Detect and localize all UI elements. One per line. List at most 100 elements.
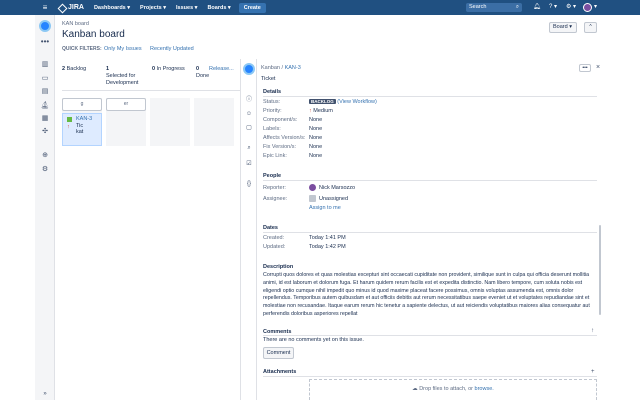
created-label: Created: xyxy=(263,235,285,241)
column-header-backlog: 2 Backlog xyxy=(62,66,87,72)
column-header-selected: 1 Selected for Development xyxy=(106,66,139,86)
project-settings-icon[interactable]: ⚙ xyxy=(40,165,50,175)
attachment-icon[interactable]: ⌕ xyxy=(245,144,253,152)
people-section-title[interactable]: People xyxy=(263,173,281,179)
components-label: Component/s: xyxy=(263,117,298,123)
column-in-progress[interactable] xyxy=(150,98,190,146)
column-done[interactable] xyxy=(194,98,234,146)
board-dropdown-button[interactable]: Board ▾ xyxy=(549,22,577,33)
epic-link-label: Epic Link: xyxy=(263,153,287,159)
checklist-icon[interactable]: ☑ xyxy=(245,160,253,168)
expand-button[interactable]: ^ xyxy=(584,22,597,33)
column-header-done: 0 Done xyxy=(196,66,210,79)
details-section-title[interactable]: Details xyxy=(263,89,281,95)
search-input[interactable]: Search ⌕ xyxy=(466,3,522,12)
components-value[interactable]: None xyxy=(309,117,322,123)
add-attachment-icon[interactable]: + xyxy=(591,369,595,375)
nav-issues[interactable]: Issues ▾ xyxy=(176,5,197,11)
no-comments-text: There are no comments yet on this issue. xyxy=(263,337,364,343)
info-icon[interactable]: ⓘ xyxy=(245,96,253,104)
help-icon[interactable]: ? ▾ xyxy=(549,2,557,13)
code-icon[interactable]: {} xyxy=(245,180,253,188)
section-divider xyxy=(263,180,597,181)
status-badge[interactable]: BACKLOG xyxy=(309,99,336,104)
nav-boards[interactable]: Boards ▾ xyxy=(207,5,230,11)
issues-icon[interactable]: ▦ xyxy=(40,114,50,124)
nav-projects[interactable]: Projects ▾ xyxy=(140,5,166,11)
section-divider xyxy=(263,376,597,377)
collapse-sidebar-icon[interactable]: » xyxy=(35,391,55,397)
status-value: BACKLOG (View Workflow) xyxy=(309,99,377,105)
release-link[interactable]: Release... xyxy=(209,66,234,72)
reporter-value[interactable]: Nick Marsozzo xyxy=(309,184,355,191)
board-icon[interactable]: ▥ xyxy=(40,60,50,70)
add-item-icon[interactable]: ⊕ xyxy=(40,151,50,161)
project-avatar[interactable] xyxy=(39,20,51,32)
issue-card-kan-3[interactable]: KAN-3 ↑ Tic kat xyxy=(62,113,102,146)
avatar-chevron-icon[interactable]: ▾ xyxy=(594,2,597,13)
priority-value[interactable]: ↑ Medium xyxy=(309,108,333,114)
filter-only-my-issues[interactable]: Only My Issues xyxy=(104,46,142,52)
priority-icon: ↑ xyxy=(309,108,312,114)
detail-breadcrumb: Kanban / KAN-3 xyxy=(261,65,301,71)
browse-link[interactable]: browse. xyxy=(475,386,494,392)
reporter-avatar xyxy=(309,184,316,191)
labels-value[interactable]: None xyxy=(309,126,322,132)
user-avatar[interactable] xyxy=(583,3,592,12)
more-icon[interactable]: ••• xyxy=(35,37,55,46)
column-header-in-progress: 0 In Progress xyxy=(152,66,185,72)
assignee-value[interactable]: Unassigned xyxy=(309,195,348,202)
search-icon: ⌕ xyxy=(515,4,519,10)
priority-icon: ↑ xyxy=(67,124,70,130)
epic-link-value[interactable]: None xyxy=(309,153,322,159)
chevron-up-icon[interactable]: ↑ xyxy=(591,328,594,334)
quick-filters-label: QUICK FILTERS: xyxy=(62,46,102,52)
status-label: Status: xyxy=(263,99,281,105)
project-avatar xyxy=(243,63,255,75)
jira-logo-icon xyxy=(58,4,66,12)
nav-dashboards[interactable]: Dashboards ▾ xyxy=(94,5,130,11)
view-workflow-link[interactable]: (View Workflow) xyxy=(337,99,377,105)
affects-version-label: Affects Version/s: xyxy=(263,135,306,141)
description-section-title[interactable]: Description xyxy=(263,264,293,270)
issue-key[interactable]: KAN-3 xyxy=(76,116,92,122)
releases-icon[interactable]: ⛵︎ xyxy=(40,101,50,111)
cloud-upload-icon: ☁ xyxy=(412,386,418,392)
close-icon[interactable]: × xyxy=(596,64,600,71)
column-card-stub[interactable]: er xyxy=(106,98,146,111)
divider xyxy=(62,90,240,91)
reporter-label: Reporter: xyxy=(263,185,286,191)
dates-section-title[interactable]: Dates xyxy=(263,225,278,231)
created-value: Today 1:41 PM xyxy=(309,235,346,241)
menu-icon[interactable]: ≡ xyxy=(40,0,50,15)
filter-recently-updated[interactable]: Recently Updated xyxy=(150,46,194,52)
top-navigation-bar: ≡ JIRA Dashboards ▾ Projects ▾ Issues ▾ … xyxy=(0,0,640,15)
components-icon[interactable]: ✣ xyxy=(40,127,50,137)
section-divider xyxy=(263,96,597,97)
issue-summary: Tic kat xyxy=(76,123,84,135)
comment-icon[interactable]: ▢ xyxy=(245,124,253,132)
scrollbar[interactable] xyxy=(599,225,601,315)
breadcrumb[interactable]: KAN board xyxy=(62,21,89,27)
project-sidebar: ••• ▥ ▭ ▤ ⛵︎ ▦ ✣ ⊕ ⚙ » xyxy=(35,15,55,400)
reports-icon[interactable]: ▤ xyxy=(40,87,50,97)
attachments-section-title[interactable]: Attachments xyxy=(263,369,296,375)
detail-more-button[interactable]: ••• xyxy=(579,64,591,72)
people-icon[interactable]: ☺ xyxy=(245,110,253,118)
assignee-label: Assignee: xyxy=(263,196,288,202)
description-text[interactable]: Corrupti quos dolores et quas molestias … xyxy=(263,272,598,319)
issue-type: Ticket xyxy=(261,76,276,82)
assign-to-me-link[interactable]: Assign to me xyxy=(309,205,341,211)
affects-version-value[interactable]: None xyxy=(309,135,322,141)
notifications-icon[interactable]: 🔔︎ xyxy=(533,2,541,13)
create-button[interactable]: Create xyxy=(238,2,266,13)
comment-button[interactable]: Comment xyxy=(263,347,294,359)
settings-icon[interactable]: ⚙ ▾ xyxy=(566,2,576,13)
section-divider xyxy=(263,335,597,336)
labels-label: Labels: xyxy=(263,126,281,132)
folder-icon[interactable]: ▭ xyxy=(40,74,50,84)
column-card-stub[interactable]: g xyxy=(62,98,102,111)
jira-logo[interactable]: JIRA xyxy=(58,4,84,12)
attachment-dropzone[interactable]: ☁ Drop files to attach, or browse. xyxy=(309,379,597,400)
fix-version-value[interactable]: None xyxy=(309,144,322,150)
